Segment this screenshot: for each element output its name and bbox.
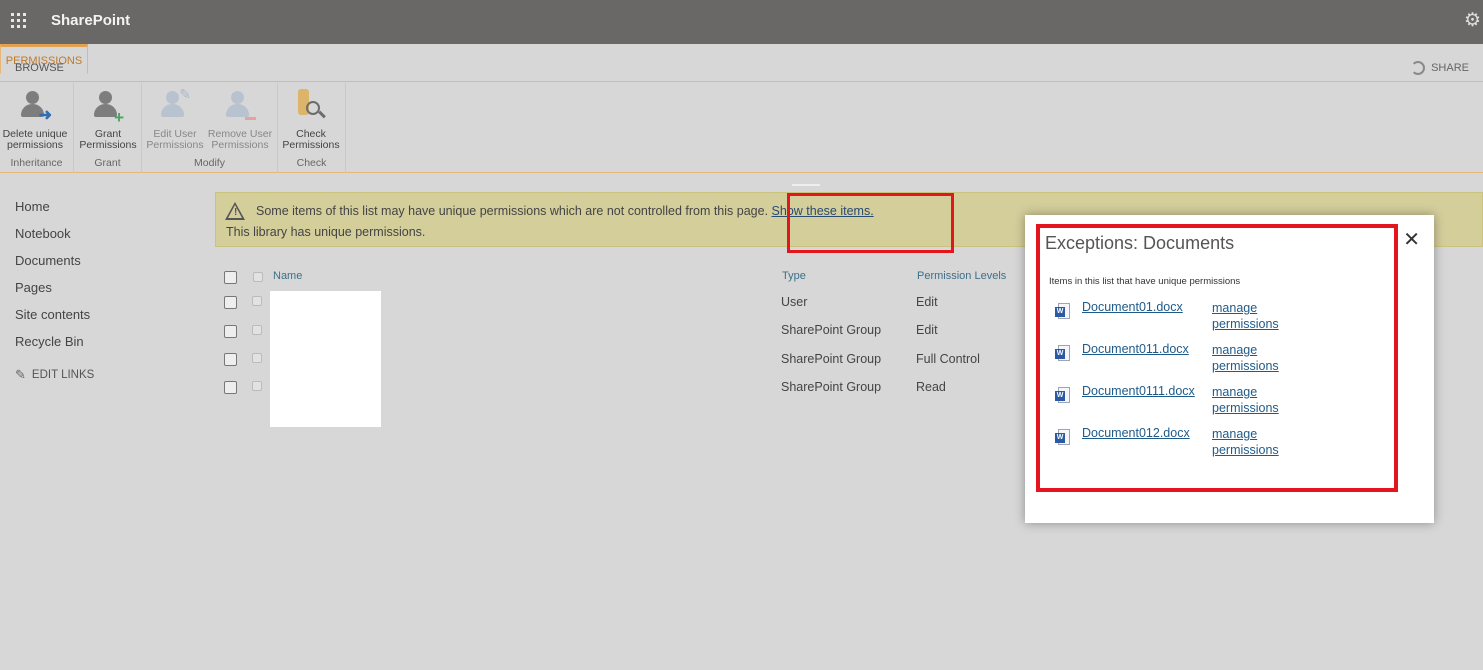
row-select-cell — [252, 353, 262, 363]
row-select-cell — [252, 381, 262, 391]
row-checkbox[interactable] — [224, 381, 237, 394]
check-permissions-icon — [294, 89, 328, 123]
button-label: Permissions — [146, 139, 204, 151]
row-type: User — [781, 295, 808, 309]
app-title[interactable]: SharePoint — [51, 12, 130, 29]
ribbon-tabstrip: BROWSE PERMISSIONS SHARE — [0, 44, 1483, 82]
row-type: SharePoint Group — [781, 352, 882, 366]
ribbon: ➜ Delete unique permissions Inheritance … — [0, 83, 1483, 173]
close-icon[interactable]: ✕ — [1403, 227, 1420, 252]
group-label-modify: Modify — [194, 157, 225, 169]
row-checkbox[interactable] — [224, 353, 237, 366]
row-select-cell — [252, 325, 262, 335]
group-label-inheritance: Inheritance — [10, 157, 63, 169]
row-select-cell — [252, 296, 262, 306]
nav-item-pages[interactable]: Pages — [15, 280, 94, 307]
edit-user-permissions-button[interactable]: ✎ Edit User Permissions — [140, 87, 210, 151]
tab-browse[interactable]: BROWSE — [15, 62, 64, 74]
select-all-checkbox[interactable] — [224, 271, 237, 284]
ribbon-group-check: Check Permissions Check — [278, 83, 346, 173]
ribbon-collapse-handle[interactable] — [792, 184, 820, 186]
ribbon-group-grant: + Grant Permissions Grant — [74, 83, 142, 173]
delete-unique-permissions-button[interactable]: ➜ Delete unique permissions — [0, 89, 70, 151]
nav-item-documents[interactable]: Documents — [15, 253, 94, 280]
suite-bar: SharePoint ⚙ — [0, 0, 1483, 44]
pencil-icon: ✎ — [15, 367, 26, 382]
row-type: SharePoint Group — [781, 323, 882, 337]
row-permission-level: Read — [916, 380, 946, 394]
column-header-name[interactable]: Name — [273, 270, 302, 282]
waffle-icon[interactable] — [11, 13, 27, 29]
nav-item-notebook[interactable]: Notebook — [15, 226, 94, 253]
remove-user-icon — [223, 89, 257, 123]
highlight-box-exceptions — [1036, 224, 1398, 492]
check-permissions-button[interactable]: Check Permissions — [276, 89, 346, 151]
edit-links-label: EDIT LINKS — [31, 369, 95, 381]
nav-item-home[interactable]: Home — [15, 199, 94, 226]
column-header-permission-levels[interactable]: Permission Levels — [917, 270, 1006, 282]
remove-user-permissions-button[interactable]: Remove User Permissions — [205, 89, 275, 151]
gear-icon[interactable]: ⚙ — [1464, 10, 1483, 32]
share-icon — [1411, 61, 1426, 75]
header-select-column — [253, 272, 263, 282]
row-permission-level: Edit — [916, 295, 938, 309]
row-checkbox[interactable] — [224, 296, 237, 309]
notice-message: Some items of this list may have unique … — [256, 204, 874, 218]
group-label-check: Check — [296, 157, 327, 169]
edit-links-button[interactable]: ✎ EDIT LINKS — [15, 367, 94, 383]
row-permission-level: Edit — [916, 323, 938, 337]
row-checkbox[interactable] — [224, 325, 237, 338]
group-label-grant: Grant — [94, 157, 121, 169]
share-label: SHARE — [1431, 62, 1469, 74]
grant-permissions-icon: + — [91, 89, 125, 126]
row-permission-level: Full Control — [916, 352, 980, 366]
share-button[interactable]: SHARE — [1411, 61, 1469, 75]
column-header-type[interactable]: Type — [782, 270, 806, 282]
ribbon-group-modify: ✎ Edit User Permissions Remove User Perm… — [142, 83, 278, 173]
button-label: Permissions — [211, 139, 269, 151]
button-label: permissions — [6, 139, 64, 151]
nav-item-site-contents[interactable]: Site contents — [15, 307, 94, 334]
grant-permissions-button[interactable]: + Grant Permissions — [73, 89, 143, 151]
button-label: Permissions — [282, 139, 340, 151]
nav-item-recycle-bin[interactable]: Recycle Bin — [15, 334, 94, 361]
left-navigation: Home Notebook Documents Pages Site conte… — [15, 199, 94, 383]
button-label: Permissions — [79, 139, 137, 151]
notice-library-status: This library has unique permissions. — [226, 225, 426, 239]
delete-permissions-icon: ➜ — [18, 89, 52, 124]
redacted-names-block — [270, 291, 381, 427]
ribbon-group-inheritance: ➜ Delete unique permissions Inheritance — [0, 83, 74, 173]
row-type: SharePoint Group — [781, 380, 882, 394]
highlight-box-show-items — [787, 193, 954, 253]
notice-text: Some items of this list may have unique … — [256, 204, 769, 218]
edit-user-icon: ✎ — [158, 87, 192, 123]
